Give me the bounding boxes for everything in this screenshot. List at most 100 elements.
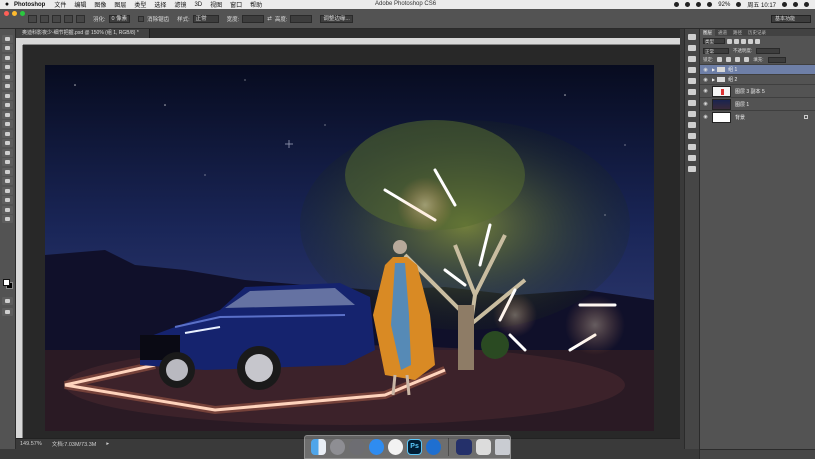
- history-brush-tool-icon[interactable]: [2, 120, 13, 128]
- lock-pixels-icon[interactable]: [726, 57, 732, 62]
- eraser-tool-icon[interactable]: [2, 129, 13, 138]
- lock-position-icon[interactable]: [735, 57, 741, 62]
- layer-name[interactable]: 组 2: [728, 76, 737, 83]
- smart-object-filter-icon[interactable]: [755, 38, 760, 44]
- blur-tool-icon[interactable]: [2, 148, 13, 157]
- cloud-icon[interactable]: [696, 2, 702, 7]
- safari-icon[interactable]: [368, 439, 384, 455]
- menu-layer[interactable]: 图层: [114, 0, 126, 9]
- siri-icon[interactable]: [793, 2, 798, 7]
- properties-panel-icon[interactable]: [688, 100, 696, 106]
- layer-3-copy-5[interactable]: ◉ 图层 3 副本 5: [700, 84, 815, 97]
- lasso-tool-icon[interactable]: [2, 53, 13, 62]
- styles-panel-icon[interactable]: [688, 67, 696, 73]
- wifi-icon[interactable]: [707, 2, 713, 7]
- swap-icon[interactable]: ⇄: [267, 16, 272, 22]
- marquee-tool-icon[interactable]: [2, 44, 13, 52]
- pixel-filter-icon[interactable]: [727, 38, 732, 44]
- clone-stamp-tool-icon[interactable]: [2, 110, 13, 119]
- navigator-panel-icon[interactable]: [688, 111, 696, 117]
- actions-panel-icon[interactable]: [688, 166, 696, 172]
- menu-list-icon[interactable]: [804, 2, 809, 7]
- dodge-tool-icon[interactable]: [2, 158, 13, 166]
- status-arrow-icon[interactable]: ▸: [106, 441, 109, 447]
- marquee-tool-preset-icon[interactable]: [28, 14, 37, 23]
- minimize-icon[interactable]: [12, 11, 17, 16]
- screen-mode-icon[interactable]: [2, 307, 13, 316]
- zoom-icon[interactable]: [20, 11, 25, 16]
- layer-name[interactable]: 背景: [735, 114, 745, 121]
- swatches-panel-icon[interactable]: [688, 45, 696, 51]
- color-swatches[interactable]: [3, 279, 13, 289]
- menu-help[interactable]: 帮助: [250, 0, 262, 9]
- add-selection-icon[interactable]: [52, 14, 61, 23]
- visibility-eye-icon[interactable]: ◉: [702, 88, 709, 94]
- tab-layers[interactable]: 图层: [700, 29, 715, 36]
- paragraph-panel-icon[interactable]: [688, 144, 696, 150]
- opacity-input[interactable]: [756, 47, 781, 54]
- menu-type[interactable]: 类型: [134, 0, 146, 9]
- new-selection-icon[interactable]: [40, 14, 49, 23]
- healing-brush-tool-icon[interactable]: [2, 91, 13, 100]
- menu-file[interactable]: 文件: [54, 0, 66, 9]
- browser-icon[interactable]: [426, 439, 442, 455]
- subtract-selection-icon[interactable]: [64, 14, 73, 23]
- document-size[interactable]: 文档:7.03M/73.3M: [52, 440, 97, 448]
- quick-mask-icon[interactable]: [2, 296, 13, 305]
- keyboard-icon[interactable]: [475, 439, 491, 455]
- pen-tool-icon[interactable]: [2, 167, 13, 176]
- layer-background[interactable]: ◉ 背景: [700, 110, 815, 123]
- launchpad-icon[interactable]: [330, 439, 346, 455]
- screen-icon[interactable]: [456, 439, 472, 455]
- layer-group-1[interactable]: ◉ ▶ 组 1: [700, 64, 815, 74]
- blend-mode-select[interactable]: 正常: [703, 47, 729, 54]
- menu-view[interactable]: 视图: [210, 0, 222, 9]
- info-panel-icon[interactable]: [688, 78, 696, 84]
- ruler-origin[interactable]: [16, 38, 23, 45]
- layer-group-2[interactable]: ◉ ▶ 组 2: [700, 74, 815, 84]
- notification-icon[interactable]: [674, 2, 680, 7]
- tab-channels[interactable]: 通道: [715, 29, 730, 36]
- shape-filter-icon[interactable]: [748, 38, 753, 44]
- path-select-tool-icon[interactable]: [2, 186, 13, 195]
- layer-1[interactable]: ◉ 图层 1: [700, 97, 815, 110]
- type-filter-icon[interactable]: [741, 38, 746, 44]
- visibility-eye-icon[interactable]: ◉: [702, 67, 709, 73]
- visibility-eye-icon[interactable]: ◉: [702, 114, 709, 120]
- apple-menu-icon[interactable]: ●: [0, 1, 14, 8]
- antialias-checkbox[interactable]: [138, 15, 145, 22]
- close-icon[interactable]: [4, 11, 9, 16]
- lock-all-icon[interactable]: [744, 57, 750, 62]
- type-tool-icon[interactable]: [2, 177, 13, 185]
- visibility-eye-icon[interactable]: ◉: [702, 101, 709, 107]
- gradient-tool-icon[interactable]: [2, 139, 13, 147]
- menu-window[interactable]: 窗口: [230, 0, 242, 9]
- crop-tool-icon[interactable]: [2, 72, 13, 81]
- adjustment-filter-icon[interactable]: [734, 38, 739, 44]
- document-tab[interactable]: 奥迪科影夜少-细节把握.psd @ 150% (组 1, RGB/8) *: [16, 29, 150, 38]
- trash-icon[interactable]: [494, 439, 510, 455]
- app-menu[interactable]: Photoshop: [14, 2, 45, 8]
- adjustments-panel-icon[interactable]: [688, 56, 696, 62]
- clone-source-panel-icon[interactable]: [688, 133, 696, 139]
- zoom-tool-icon[interactable]: [2, 215, 13, 223]
- photoshop-icon[interactable]: Ps: [406, 439, 423, 455]
- feather-input[interactable]: 0 像素: [108, 14, 131, 23]
- wechat-icon[interactable]: [685, 2, 691, 7]
- fill-input[interactable]: [767, 56, 786, 63]
- qq-icon[interactable]: [387, 439, 403, 455]
- tab-paths[interactable]: 路径: [730, 29, 745, 36]
- menu-edit[interactable]: 编辑: [74, 0, 86, 9]
- finder-icon[interactable]: [311, 439, 327, 455]
- color-panel-icon[interactable]: [688, 34, 696, 40]
- histogram-panel-icon[interactable]: [688, 89, 696, 95]
- zoom-level[interactable]: 149.57%: [20, 441, 42, 447]
- expand-arrow-icon[interactable]: ▶: [712, 77, 715, 82]
- search-icon[interactable]: [782, 2, 787, 7]
- menu-3d[interactable]: 3D: [194, 2, 202, 8]
- hand-tool-icon[interactable]: [2, 205, 13, 214]
- refine-edge-button[interactable]: 调整边缘...: [320, 14, 353, 23]
- layer-name[interactable]: 图层 1: [735, 101, 749, 108]
- menu-image[interactable]: 图像: [94, 0, 106, 9]
- horizontal-ruler[interactable]: [23, 38, 680, 45]
